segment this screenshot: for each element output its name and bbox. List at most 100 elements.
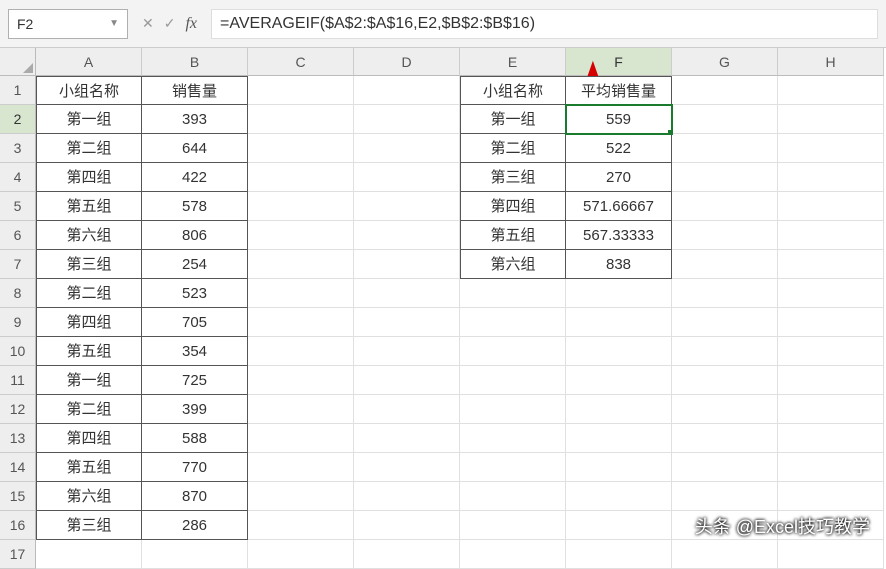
- cell-B2[interactable]: 393: [142, 105, 248, 134]
- row-header-10[interactable]: 10: [0, 337, 36, 366]
- column-header-G[interactable]: G: [672, 48, 778, 76]
- cell-F9[interactable]: [566, 308, 672, 337]
- cell-E2[interactable]: 第一组: [460, 105, 566, 134]
- cell-E1[interactable]: 小组名称: [460, 76, 566, 105]
- formula-input[interactable]: =AVERAGEIF($A$2:$A$16,E2,$B$2:$B$16): [211, 9, 878, 39]
- cell-C13[interactable]: [248, 424, 354, 453]
- cell-B3[interactable]: 644: [142, 134, 248, 163]
- cell-A7[interactable]: 第三组: [36, 250, 142, 279]
- cell-F13[interactable]: [566, 424, 672, 453]
- row-header-8[interactable]: 8: [0, 279, 36, 308]
- cell-E17[interactable]: [460, 540, 566, 569]
- cell-H15[interactable]: [778, 482, 884, 511]
- cell-A8[interactable]: 第二组: [36, 279, 142, 308]
- cell-D7[interactable]: [354, 250, 460, 279]
- cell-C8[interactable]: [248, 279, 354, 308]
- cell-A2[interactable]: 第一组: [36, 105, 142, 134]
- row-header-17[interactable]: 17: [0, 540, 36, 569]
- cell-B9[interactable]: 705: [142, 308, 248, 337]
- cell-D4[interactable]: [354, 163, 460, 192]
- cell-H12[interactable]: [778, 395, 884, 424]
- cell-D17[interactable]: [354, 540, 460, 569]
- cell-A11[interactable]: 第一组: [36, 366, 142, 395]
- row-header-11[interactable]: 11: [0, 366, 36, 395]
- row-header-4[interactable]: 4: [0, 163, 36, 192]
- cell-G3[interactable]: [672, 134, 778, 163]
- cell-F7[interactable]: 838: [566, 250, 672, 279]
- cell-B13[interactable]: 588: [142, 424, 248, 453]
- cell-C3[interactable]: [248, 134, 354, 163]
- cell-E13[interactable]: [460, 424, 566, 453]
- cell-F4[interactable]: 270: [566, 163, 672, 192]
- cell-B5[interactable]: 578: [142, 192, 248, 221]
- cell-E11[interactable]: [460, 366, 566, 395]
- cell-G8[interactable]: [672, 279, 778, 308]
- column-header-E[interactable]: E: [460, 48, 566, 76]
- cell-F12[interactable]: [566, 395, 672, 424]
- cell-A6[interactable]: 第六组: [36, 221, 142, 250]
- cell-E10[interactable]: [460, 337, 566, 366]
- row-header-5[interactable]: 5: [0, 192, 36, 221]
- cell-E5[interactable]: 第四组: [460, 192, 566, 221]
- row-header-13[interactable]: 13: [0, 424, 36, 453]
- cell-A17[interactable]: [36, 540, 142, 569]
- cell-H14[interactable]: [778, 453, 884, 482]
- cell-C17[interactable]: [248, 540, 354, 569]
- cell-D11[interactable]: [354, 366, 460, 395]
- column-header-H[interactable]: H: [778, 48, 884, 76]
- cell-G6[interactable]: [672, 221, 778, 250]
- cell-B4[interactable]: 422: [142, 163, 248, 192]
- cell-H1[interactable]: [778, 76, 884, 105]
- name-box[interactable]: F2 ▼: [8, 9, 128, 39]
- cell-A3[interactable]: 第二组: [36, 134, 142, 163]
- cell-D16[interactable]: [354, 511, 460, 540]
- cell-A1[interactable]: 小组名称: [36, 76, 142, 105]
- cell-G1[interactable]: [672, 76, 778, 105]
- cell-H11[interactable]: [778, 366, 884, 395]
- row-header-16[interactable]: 16: [0, 511, 36, 540]
- column-header-F[interactable]: F: [566, 48, 672, 76]
- cell-A10[interactable]: 第五组: [36, 337, 142, 366]
- cell-D12[interactable]: [354, 395, 460, 424]
- row-header-12[interactable]: 12: [0, 395, 36, 424]
- cell-A5[interactable]: 第五组: [36, 192, 142, 221]
- cell-D1[interactable]: [354, 76, 460, 105]
- cell-G15[interactable]: [672, 482, 778, 511]
- cell-B8[interactable]: 523: [142, 279, 248, 308]
- row-header-3[interactable]: 3: [0, 134, 36, 163]
- cell-D10[interactable]: [354, 337, 460, 366]
- cell-C10[interactable]: [248, 337, 354, 366]
- cell-D8[interactable]: [354, 279, 460, 308]
- cell-B11[interactable]: 725: [142, 366, 248, 395]
- cell-C2[interactable]: [248, 105, 354, 134]
- cell-B14[interactable]: 770: [142, 453, 248, 482]
- cell-E4[interactable]: 第三组: [460, 163, 566, 192]
- select-all-corner[interactable]: [0, 48, 36, 76]
- cell-B16[interactable]: 286: [142, 511, 248, 540]
- cell-H10[interactable]: [778, 337, 884, 366]
- cell-E7[interactable]: 第六组: [460, 250, 566, 279]
- row-header-7[interactable]: 7: [0, 250, 36, 279]
- cell-C16[interactable]: [248, 511, 354, 540]
- cell-H4[interactable]: [778, 163, 884, 192]
- cell-F3[interactable]: 522: [566, 134, 672, 163]
- column-header-D[interactable]: D: [354, 48, 460, 76]
- cell-E14[interactable]: [460, 453, 566, 482]
- column-header-B[interactable]: B: [142, 48, 248, 76]
- cell-C11[interactable]: [248, 366, 354, 395]
- cell-G12[interactable]: [672, 395, 778, 424]
- cell-D13[interactable]: [354, 424, 460, 453]
- cell-B15[interactable]: 870: [142, 482, 248, 511]
- row-header-6[interactable]: 6: [0, 221, 36, 250]
- column-header-C[interactable]: C: [248, 48, 354, 76]
- cell-B12[interactable]: 399: [142, 395, 248, 424]
- row-header-15[interactable]: 15: [0, 482, 36, 511]
- cell-B1[interactable]: 销售量: [142, 76, 248, 105]
- cell-C6[interactable]: [248, 221, 354, 250]
- cell-H8[interactable]: [778, 279, 884, 308]
- cell-G5[interactable]: [672, 192, 778, 221]
- cell-E15[interactable]: [460, 482, 566, 511]
- cell-G14[interactable]: [672, 453, 778, 482]
- cell-E3[interactable]: 第二组: [460, 134, 566, 163]
- cell-B10[interactable]: 354: [142, 337, 248, 366]
